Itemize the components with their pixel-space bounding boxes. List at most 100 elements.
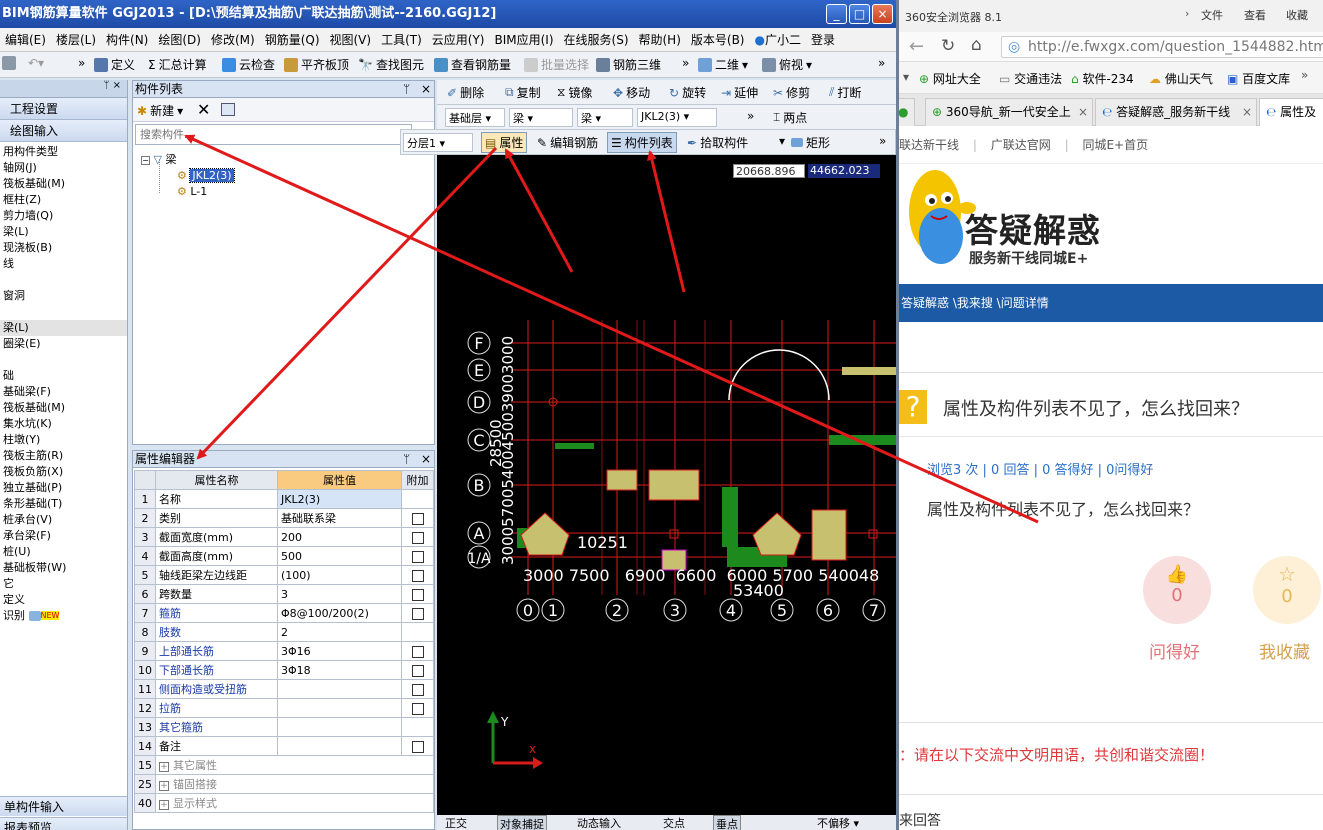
mirror-button[interactable]: ⧖ 镜像 (557, 84, 592, 101)
menu-edit[interactable]: 编辑(E) (0, 28, 51, 51)
trim-button[interactable]: ✂ 修剪 (773, 84, 810, 101)
extra-checkbox[interactable] (411, 569, 424, 582)
object-snap-toggle[interactable]: 对象捕捉 (497, 815, 547, 830)
maximize-button[interactable]: □ (849, 4, 870, 24)
property-value[interactable] (277, 679, 402, 699)
nav-item-cap-beam[interactable]: 承台梁(F) (0, 528, 127, 544)
drawing-canvas[interactable]: 20668.896 44662.023 F E D C B A 1/A 0 1 … (437, 155, 896, 815)
delete-icon[interactable]: ✕ (197, 100, 210, 119)
tab-360-nav[interactable]: ⊕ 360导航_新一代安全上 × (925, 98, 1093, 126)
extra-cell[interactable] (401, 546, 434, 566)
tab-partial[interactable]: ● (899, 98, 915, 126)
edit-rebar-button[interactable]: ✎ 编辑钢筋 (537, 134, 598, 151)
floor-select[interactable]: 基础层 ▾ (445, 108, 505, 127)
extra-cell[interactable] (401, 660, 434, 680)
property-value[interactable]: Φ8@100/200(2) (277, 603, 402, 623)
extra-cell[interactable] (401, 565, 434, 585)
like-button[interactable]: 👍 0 (1143, 556, 1211, 624)
nav-item-common-types[interactable]: 用构件类型 (0, 144, 127, 160)
extra-cell[interactable] (401, 603, 434, 623)
panel-close-icon[interactable]: × (421, 81, 431, 98)
nav-item-recognize[interactable]: 识别 NEW (0, 608, 127, 624)
property-value[interactable] (277, 698, 402, 718)
extra-checkbox[interactable] (411, 664, 424, 677)
nav-item-sump[interactable]: 集水坑(K) (0, 416, 127, 432)
dynamic-input-toggle[interactable]: 动态输入 (577, 815, 621, 830)
nav-item-slab[interactable]: 现浇板(B) (0, 240, 127, 256)
browser-menu-view[interactable]: 查看 (1244, 7, 1266, 23)
nav-item-frame-column[interactable]: 框柱(Z) (0, 192, 127, 208)
browser-menu-file[interactable]: 文件 (1201, 7, 1223, 23)
link-tongcheng-home[interactable]: 同城E+首页 (1082, 138, 1148, 152)
nav-group-project-settings[interactable]: 工程设置 (0, 98, 127, 120)
expand-icon[interactable]: + (159, 800, 169, 810)
property-group[interactable]: + 其它属性 (155, 755, 434, 775)
fav-traffic[interactable]: ▭ 交通违法 (999, 70, 1062, 87)
nav-item-strip-footing[interactable]: 条形基础(T) (0, 496, 127, 512)
extend-button[interactable]: ⇥ 延伸 (721, 84, 758, 101)
menu-tools[interactable]: 工具(T) (376, 28, 427, 51)
favorite-button[interactable]: ☆ 0 (1253, 556, 1321, 624)
tab-qa[interactable]: ℮ 答疑解惑_服务新干线 × (1095, 98, 1257, 126)
extra-cell[interactable] (401, 641, 434, 661)
view-2d-dropdown[interactable]: 二维 ▾ (698, 56, 748, 73)
rebar-3d-button[interactable]: 钢筋三维 (596, 56, 661, 73)
nav-item-window-opening[interactable]: 窗洞 (0, 288, 127, 304)
address-bar[interactable]: ◎ http://e.fwxgx.com/question_1544882.htm… (1001, 36, 1323, 58)
property-row[interactable]: 10 下部通长筋 3Φ18 (134, 660, 434, 680)
property-value[interactable]: 3Φ18 (277, 660, 402, 680)
pin-icon[interactable]: ᛘ (403, 451, 410, 468)
component-list-button[interactable]: ☰ 构件列表 (607, 132, 677, 153)
nav-item-raft-main-rebar[interactable]: 筏板主筋(R) (0, 448, 127, 464)
question-stats[interactable]: 浏览3 次 | 0 回答 | 0 答得好 | 0问得好 (927, 459, 1153, 478)
more-chevron-icon[interactable]: » (78, 56, 85, 70)
extra-checkbox[interactable] (411, 531, 424, 544)
nav-item-column-pier[interactable]: 柱墩(Y) (0, 432, 127, 448)
tree-item-l1[interactable]: ⚙ L-1 (177, 184, 207, 200)
property-row[interactable]: 13 其它箍筋 (134, 717, 434, 737)
define-button[interactable]: 定义 (94, 56, 135, 73)
nav-item-beam-selected[interactable]: 梁(L) (0, 320, 127, 336)
property-row[interactable]: 4 截面高度(mm) 500 (134, 546, 434, 566)
property-value[interactable]: 3 (277, 584, 402, 604)
chevron-down-icon[interactable]: ▾ (903, 70, 909, 84)
menu-component[interactable]: 构件(N) (101, 28, 153, 51)
reload-icon[interactable]: ↻ (941, 36, 955, 56)
minimize-button[interactable]: _ (826, 4, 847, 24)
offset-select[interactable]: 不偏移 ▾ (817, 815, 859, 830)
nav-item-line[interactable]: 线 (0, 256, 127, 272)
layer-select[interactable]: 分层1 ▾ (403, 133, 473, 152)
menu-assistant[interactable]: ●广小二 (750, 28, 807, 51)
find-element-button[interactable]: 🔭 查找图元 (358, 56, 424, 73)
property-group[interactable]: + 锚固搭接 (155, 774, 434, 794)
property-row[interactable]: 5 轴线距梁左边线距 (100) (134, 565, 434, 585)
type-select-2[interactable]: 梁 ▾ (577, 108, 633, 127)
home-icon[interactable]: ⌂ (971, 35, 982, 55)
property-row[interactable]: 6 跨数量 3 (134, 584, 434, 604)
more-chevron-icon[interactable]: » (747, 109, 754, 123)
undo-icon[interactable]: ↶▾ (28, 56, 44, 70)
property-group-row[interactable]: 40 + 显示样式 (134, 793, 434, 813)
view-rebar-button[interactable]: 查看钢筋量 (434, 56, 511, 73)
property-group-row[interactable]: 25 + 锚固搭接 (134, 774, 434, 794)
new-component-button[interactable]: ✱ 新建 ▾ (137, 102, 183, 119)
menu-help[interactable]: 帮助(H) (634, 28, 686, 51)
search-input[interactable] (135, 124, 412, 145)
property-value[interactable]: 2 (277, 622, 402, 642)
nav-item-custom[interactable]: 定义 (0, 592, 127, 608)
attribute-button[interactable]: ▤ 属性 (481, 132, 528, 153)
pin-icon[interactable]: ᛘ × (103, 80, 121, 91)
ortho-toggle[interactable]: 正交 (445, 815, 467, 830)
property-row[interactable]: 12 拉筋 (134, 698, 434, 718)
property-value[interactable]: 500 (277, 546, 402, 566)
menu-cloud[interactable]: 云应用(Y) (427, 28, 490, 51)
delete-button[interactable]: ✐ 删除 (447, 84, 484, 101)
extra-checkbox[interactable] (411, 645, 424, 658)
menu-view[interactable]: 视图(V) (325, 28, 377, 51)
property-value[interactable] (277, 717, 402, 737)
pick-component-button[interactable]: ✒ 拾取构件 (687, 134, 748, 151)
nav-item-axis[interactable]: 轴网(J) (0, 160, 127, 176)
property-row[interactable]: 11 侧面构造或受扭筋 (134, 679, 434, 699)
property-group[interactable]: + 显示样式 (155, 793, 434, 813)
tree-item-jkl2[interactable]: ⚙ JKL2(3) (177, 168, 235, 184)
